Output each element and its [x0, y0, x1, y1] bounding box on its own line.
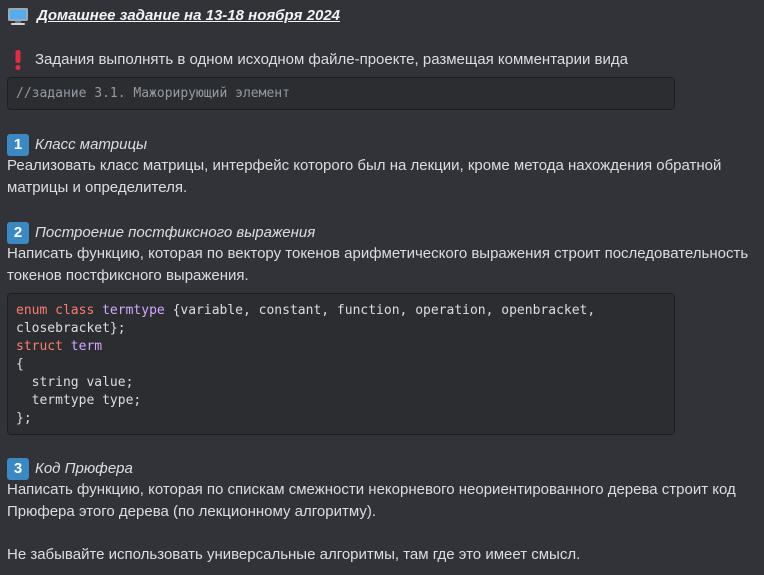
task-1-title: Класс матрицы: [35, 136, 148, 153]
number-2-icon: 2: [7, 222, 29, 244]
number-1-icon: 1: [7, 134, 29, 156]
code-line: };: [16, 411, 32, 426]
code-block: enum class termtype {variable, constant,…: [7, 293, 675, 435]
task-2-title: Построение постфиксного выражения: [35, 224, 316, 241]
task-3-title: Код Прюфера: [35, 460, 133, 477]
notice-row: Задания выполнять в одном исходном файле…: [7, 49, 628, 71]
footer-note: Не забывайте использовать универсальные …: [7, 546, 581, 563]
comment-example-codeblock: //задание 3.1. Мажорирующий элемент: [7, 77, 675, 110]
code-type: term: [70, 339, 103, 354]
task-3-heading: 3 Код Прюфера: [7, 457, 133, 481]
title-row: Домашнее задание на 13-18 ноября 2024: [7, 4, 340, 28]
exclamation-icon: [7, 49, 29, 71]
code-keyword: enum class: [16, 303, 95, 318]
code-type: termtype: [102, 303, 165, 318]
code-line: closebracket};: [16, 321, 126, 336]
code-line: enum class termtype {variable, constant,…: [16, 302, 666, 320]
code-line: string value;: [16, 375, 134, 390]
task-2-heading: 2 Построение постфиксного выражения: [7, 221, 315, 245]
task-3-description: Написать функцию, которая по спискам сме…: [7, 481, 736, 520]
notice-text: Задания выполнять в одном исходном файле…: [35, 51, 628, 68]
task-1-description: Реализовать класс матрицы, интерфейс кот…: [7, 157, 722, 196]
code-line: {: [16, 357, 24, 372]
code-line: termtype type;: [16, 393, 142, 408]
computer-icon: [7, 5, 29, 27]
page-title: Домашнее задание на 13-18 ноября 2024: [37, 7, 341, 24]
task-2-description: Написать функцию, которая по вектору ток…: [7, 245, 749, 284]
code-keyword: struct: [16, 339, 63, 354]
code-text: {variable, constant, function, operation…: [172, 303, 596, 318]
number-3-icon: 3: [7, 458, 29, 480]
task-1-heading: 1 Класс матрицы: [7, 133, 147, 157]
code-line: struct term: [16, 338, 666, 356]
